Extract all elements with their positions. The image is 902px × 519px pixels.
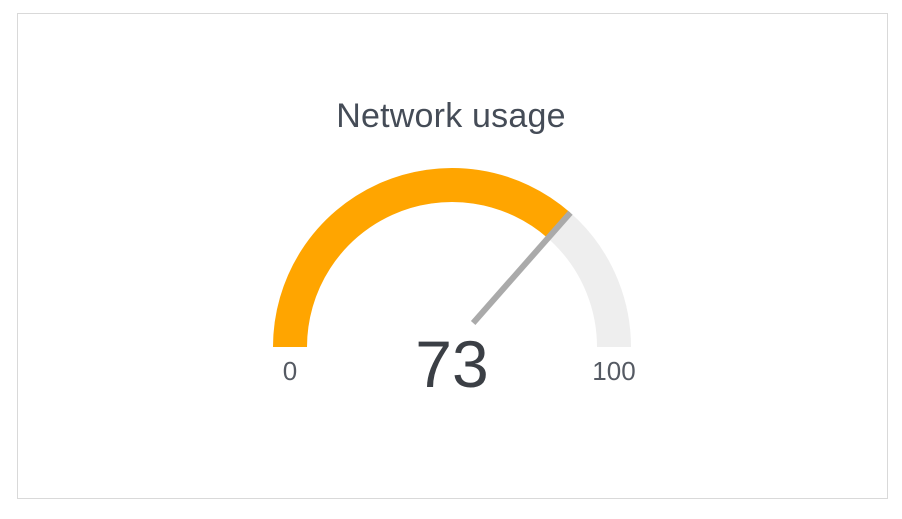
gauge-max-label: 100 — [592, 356, 635, 386]
gauge-needle — [470, 210, 573, 325]
gauge-value-arc — [273, 168, 571, 348]
gauge-chart: 0 100 73 — [273, 168, 636, 401]
gauge-value-label: 73 — [415, 327, 488, 401]
gauge-min-label: 0 — [283, 356, 297, 386]
